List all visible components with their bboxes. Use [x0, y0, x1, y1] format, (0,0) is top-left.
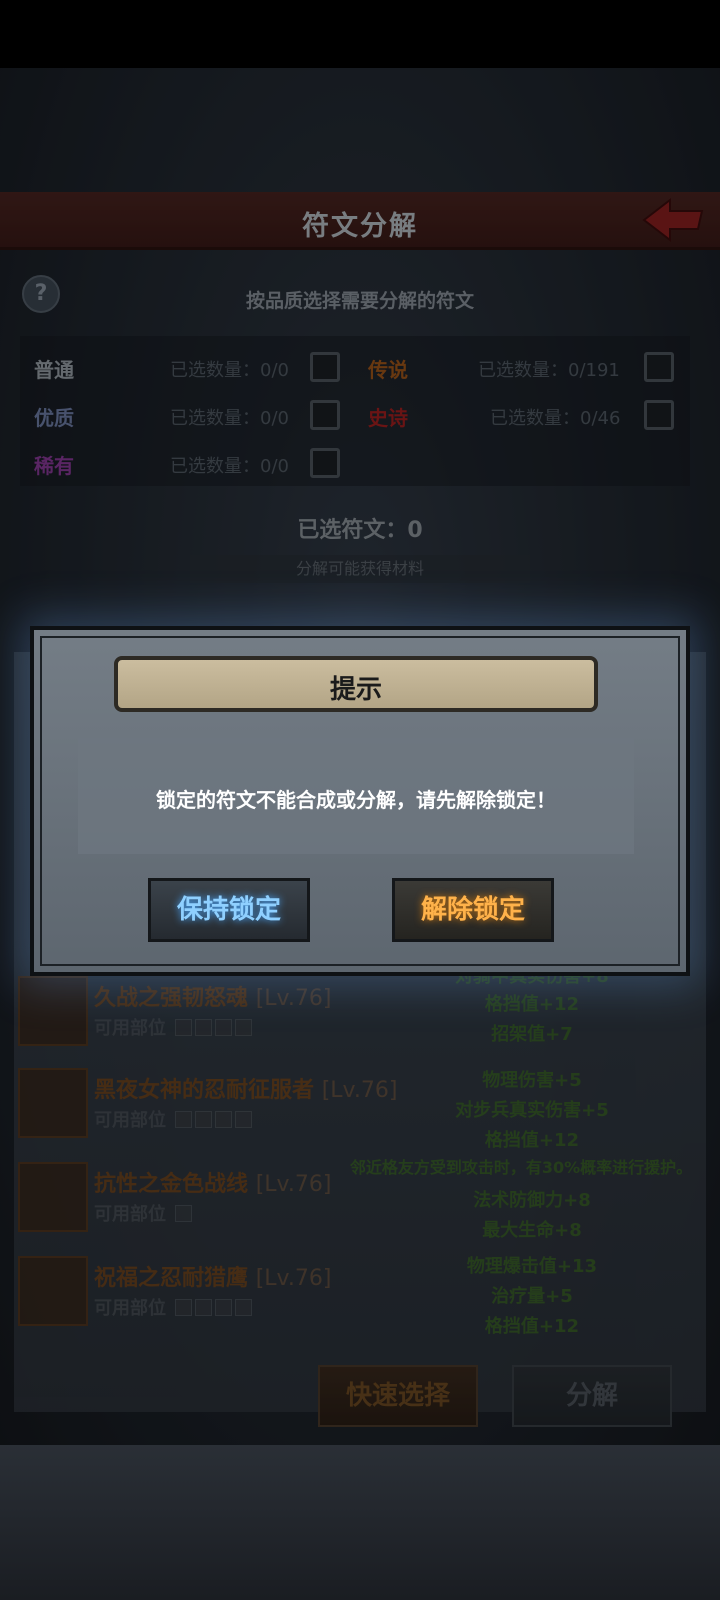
keep-lock-button[interactable]: 保持锁定 [148, 878, 310, 942]
dialog-title-bar: 提示 [114, 656, 598, 712]
dialog-message-box: 锁定的符文不能合成或分解，请先解除锁定！ [78, 738, 634, 854]
dialog-message: 锁定的符文不能合成或分解，请先解除锁定！ [156, 788, 556, 812]
dialog-title: 提示 [329, 675, 382, 705]
lock-warning-dialog: 提示 锁定的符文不能合成或分解，请先解除锁定！ 保持锁定 解除锁定 [30, 626, 690, 976]
bottom-navigation-area [0, 1445, 720, 1600]
unlock-button[interactable]: 解除锁定 [392, 878, 554, 942]
top-status-area [0, 0, 720, 68]
